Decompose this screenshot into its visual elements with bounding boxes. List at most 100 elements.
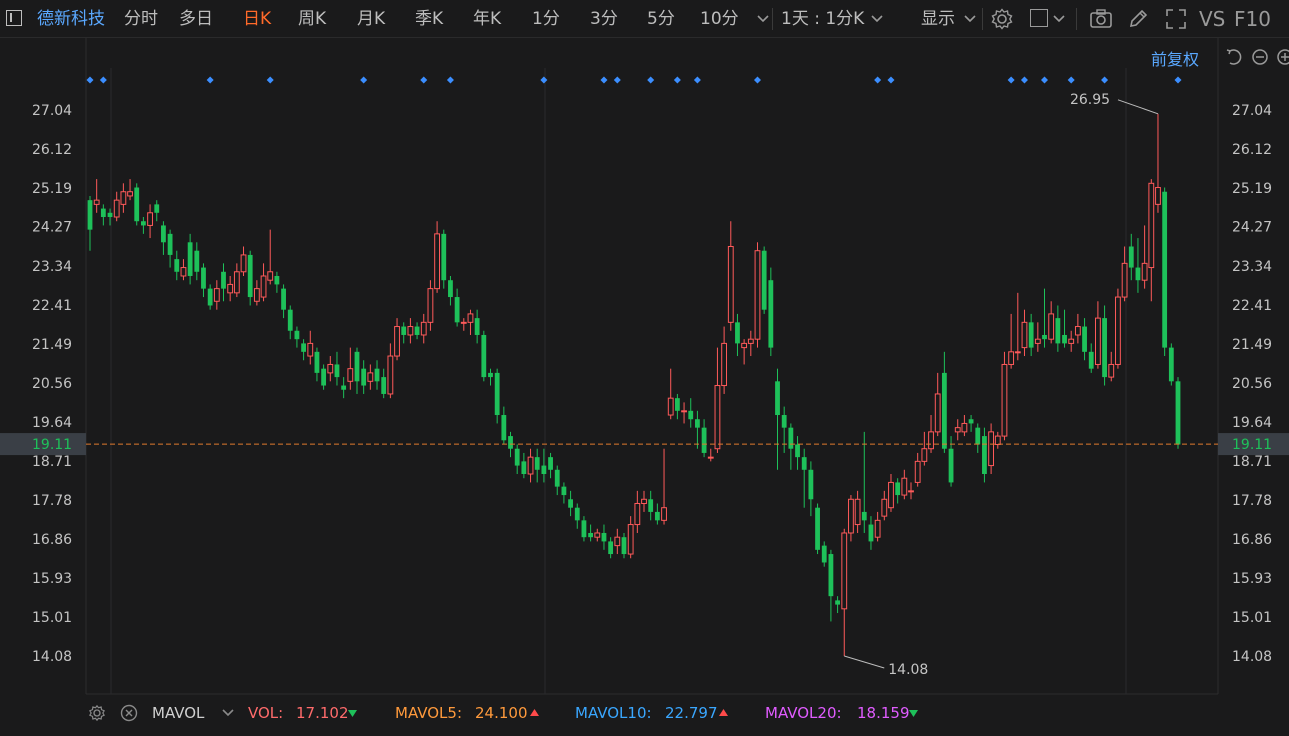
candle-body [1168,347,1174,382]
current-price-label-right: 19.11 [1232,437,1272,453]
y-tick-label-right: 16.86 [1232,532,1272,548]
tab-time-sharing[interactable]: 分时 [124,0,158,38]
candle-body [667,397,674,416]
candle-body [354,351,360,382]
candle-body [661,507,667,521]
kline-chart[interactable]: 27.04 27.04 26.12 26.12 25.19 25.19 24.27 24.27… [0,38,1289,732]
candle-body [828,554,834,597]
candle-body [727,246,734,323]
event-marker [600,76,608,84]
candle-body [714,385,721,450]
chevron-down-icon[interactable] [756,13,770,25]
tab-3min[interactable]: 3分 [590,0,618,38]
gear-icon[interactable] [990,7,1014,31]
event-marker [693,76,701,84]
candle-body [1141,262,1148,281]
candle-body [253,288,260,302]
candle-body [174,259,180,272]
event-marker [86,76,94,84]
gear-icon[interactable] [88,704,106,722]
f10-button[interactable]: F10 [1234,0,1271,38]
tab-5min[interactable]: 5分 [647,0,675,38]
tab-weekly-k[interactable]: 周K [298,0,326,38]
candle-body [374,368,380,382]
candle-body [334,364,340,378]
candle-body [994,435,1001,446]
candle-body [588,532,594,538]
tab-multi-day[interactable]: 多日 [179,0,213,38]
candle-body [140,221,146,226]
candle-body [1094,317,1101,365]
tab-yearly-k[interactable]: 年K [473,0,501,38]
tab-monthly-k[interactable]: 月K [357,0,385,38]
close-icon[interactable] [120,704,138,722]
sidebar-toggle-icon[interactable] [6,10,22,26]
display-menu[interactable]: 显示 [921,0,955,38]
candle-body [1115,296,1121,365]
candle-body [213,288,220,302]
candle-body [260,275,267,298]
candle-body [274,275,280,285]
candle-body [735,322,740,344]
candle-body [474,318,480,335]
candle-body [848,498,854,534]
candle-body [741,342,748,349]
vs-button[interactable]: VS [1199,0,1225,38]
candle-body [347,368,354,382]
candle-body [868,524,874,542]
tab-quarterly-k[interactable]: 季K [415,0,443,38]
zoom-in-icon[interactable] [1276,48,1289,66]
y-tick-label-left: 22.41 [32,298,72,314]
candle-body [514,448,520,466]
candle-body [387,355,394,395]
candle-body [227,283,234,294]
multi-period-select[interactable]: 1天 : 1分K [781,0,864,38]
fullscreen-icon[interactable] [1165,8,1187,30]
candle-body [881,498,888,517]
candle-body [167,233,173,255]
box-select-icon[interactable] [1030,9,1048,27]
candle-body [874,519,881,538]
candle-body [1108,363,1115,378]
chart-area[interactable]: 27.04 27.04 26.12 26.12 25.19 25.19 24.27 24.27… [0,38,1289,732]
chevron-down-icon[interactable] [870,13,884,25]
tab-1min[interactable]: 1分 [532,0,560,38]
candle-body [721,342,728,387]
event-marker [266,76,274,84]
zoom-out-icon[interactable] [1251,48,1269,66]
y-tick-label-right: 14.08 [1232,649,1272,665]
candle-body [494,372,500,416]
y-tick-label-left: 25.19 [32,181,72,197]
candle-body [574,507,580,521]
candle-body [460,321,467,324]
y-tick-label-right: 27.04 [1232,103,1272,119]
pencil-icon[interactable] [1127,8,1149,30]
tab-10min[interactable]: 10分 [700,0,739,38]
divider [772,8,773,30]
candle-body [481,334,487,378]
candle-body [1121,262,1128,298]
candle-body [768,280,774,348]
chevron-down-icon[interactable] [221,707,235,719]
mavol5-label: MAVOL5: [395,704,463,722]
candle-body [287,309,293,331]
candle-body [1148,182,1155,269]
event-marker [420,76,428,84]
candle-body [568,499,573,508]
candle-body [1088,351,1094,369]
candle-body [1062,334,1067,344]
candle-body [821,545,827,563]
reset-icon[interactable] [1225,48,1243,66]
adjust-mode-label[interactable]: 前复权 [1151,46,1199,70]
event-marker [1067,76,1075,84]
stock-name[interactable]: 德新科技 [37,0,105,38]
tab-daily-k[interactable]: 日K [243,0,271,38]
y-tick-label-left: 16.86 [32,532,72,548]
candle-body [1034,338,1041,344]
indicator-name[interactable]: MAVOL [152,697,204,729]
camera-icon[interactable] [1089,8,1113,30]
candle-body [321,368,327,386]
candle-body [207,288,213,306]
chevron-down-icon[interactable] [1052,13,1066,25]
chevron-down-icon[interactable] [963,13,977,25]
